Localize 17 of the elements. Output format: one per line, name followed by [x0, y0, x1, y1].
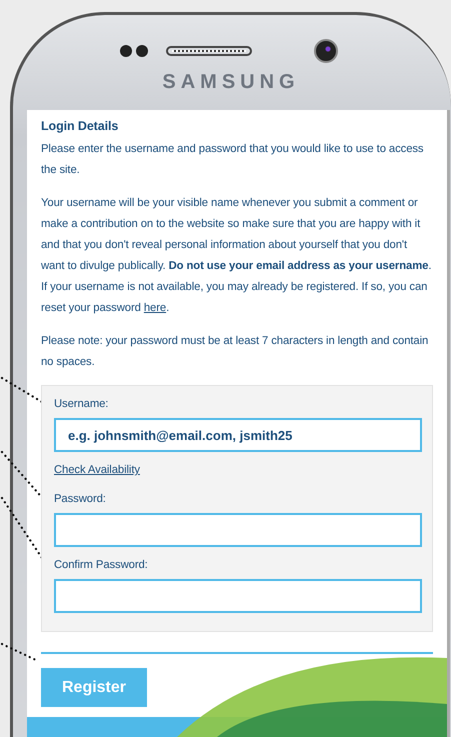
input-field[interactable]: e.g. johnsmith@email.com, jsmith25: [54, 418, 422, 452]
check-availability-link[interactable]: Check Availability: [54, 460, 140, 481]
speaker-grille-icon: [166, 46, 252, 56]
camera-icon: [314, 39, 338, 63]
input-field[interactable]: [54, 513, 422, 547]
section-heading: Login Details: [41, 118, 120, 135]
field-label: Username:: [54, 397, 110, 412]
paragraph: Your username will be your visible name whenever you submit a comment or make a contribution on to the website so make sure that you are happy with it and that you don't reveal personal information about yourself that you don't want to divulge publically. Do not use your email address as your username. If your username is not available, you may already be registered. If so, you can reset your password here.: [41, 196, 432, 316]
reset-password-link[interactable]: here: [144, 302, 166, 314]
field-label: Password:: [54, 492, 107, 507]
paragraph: Please note: your password must be at least 7 characters in length and contain no spaces.: [41, 334, 430, 370]
brand-logo: SAMSUNG: [162, 71, 300, 94]
paragraph: Please enter the username and password that you would like to use to access the site.: [41, 142, 424, 178]
field-label: Confirm Password:: [54, 558, 149, 573]
sensor-dot-icon: [136, 45, 148, 57]
sensor-dot-icon: [120, 45, 132, 57]
input-field[interactable]: [54, 579, 422, 613]
